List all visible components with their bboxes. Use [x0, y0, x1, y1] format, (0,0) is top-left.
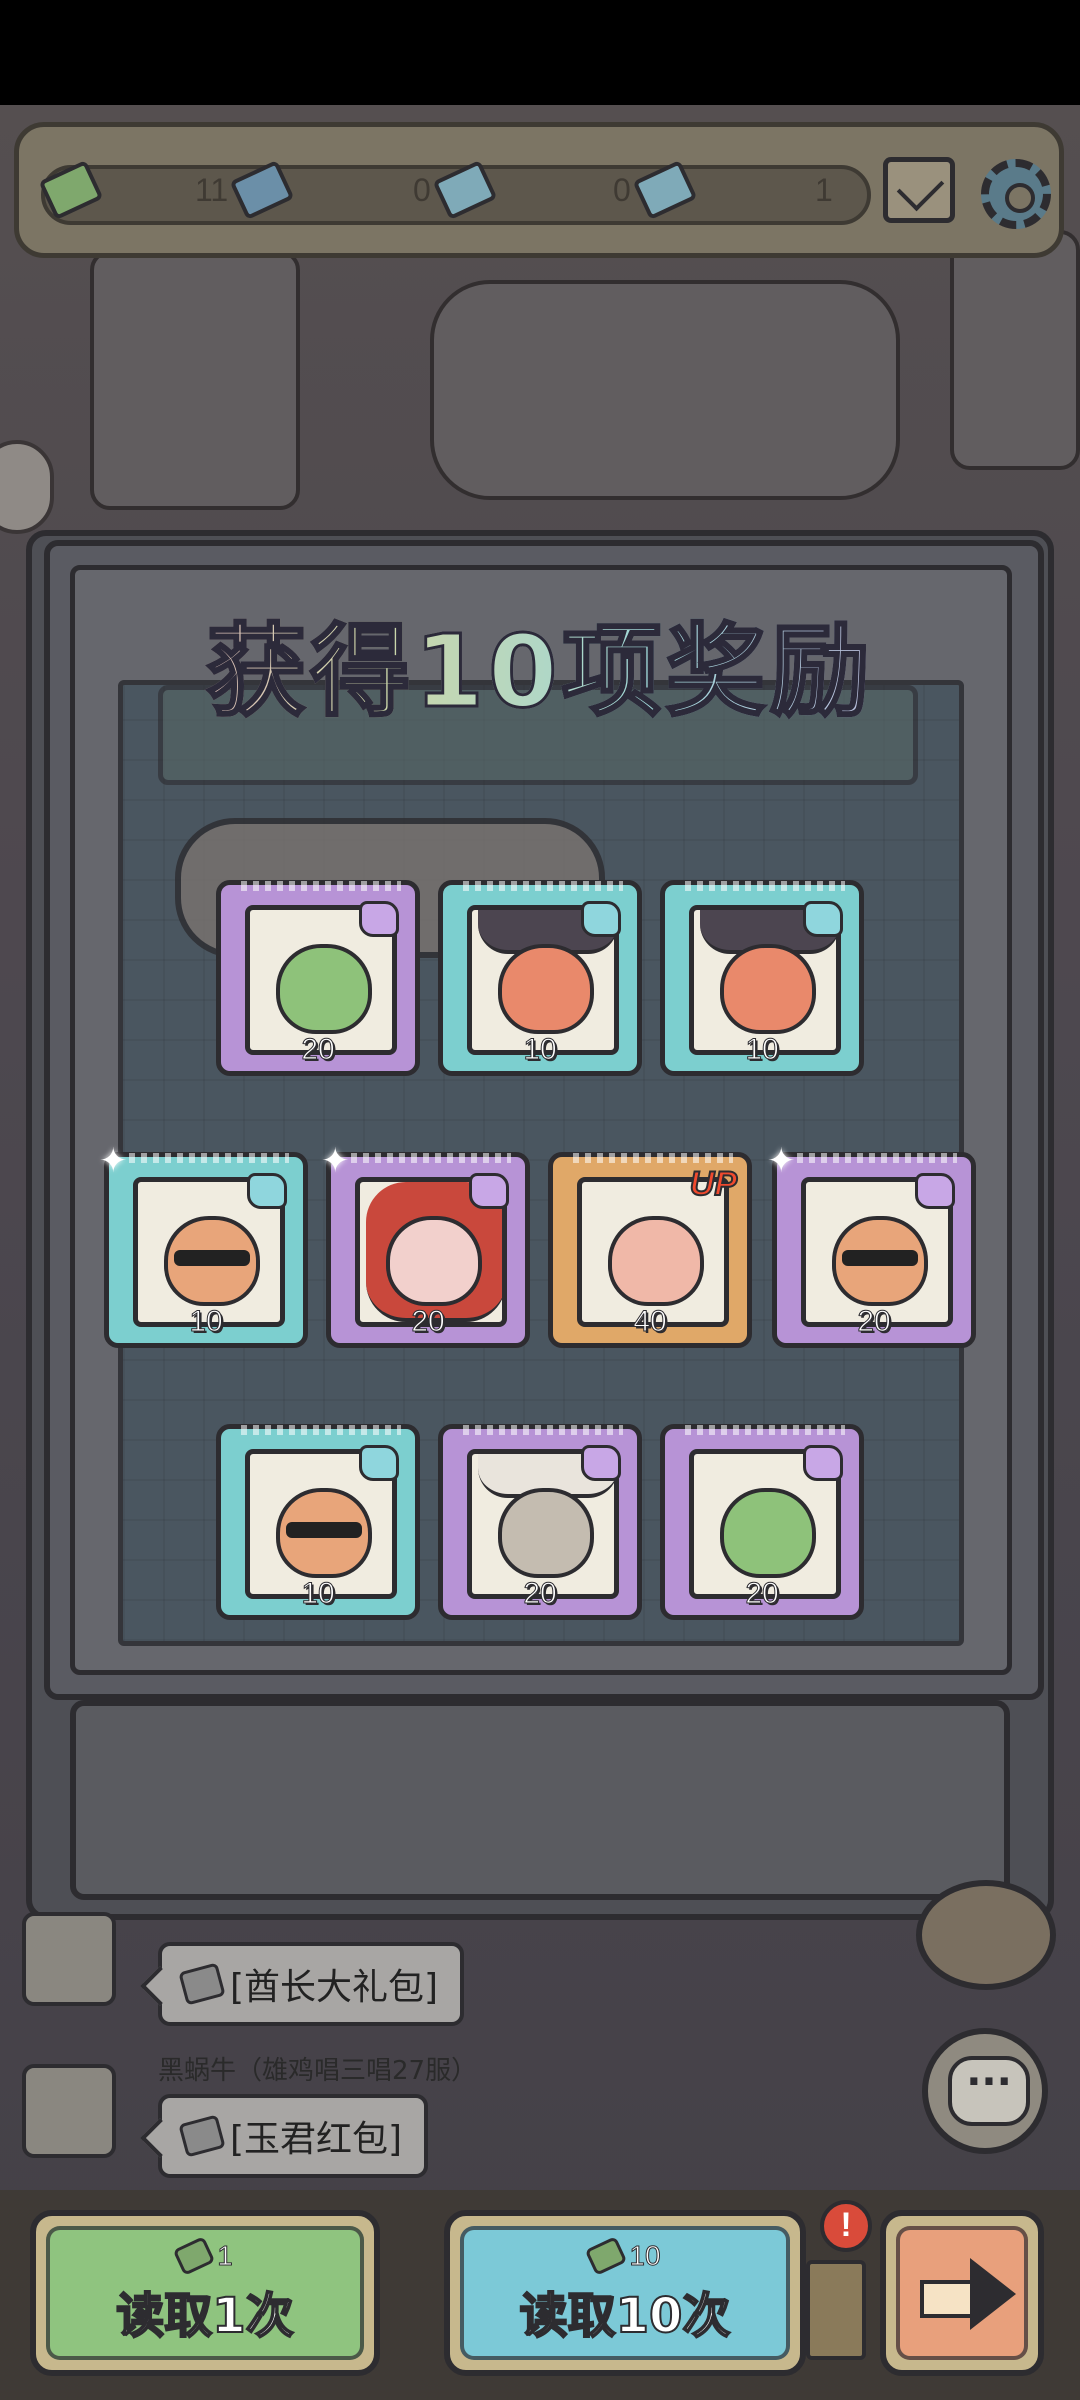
currency-count-2[interactable]: 0: [413, 155, 498, 225]
puzzle-piece-icon: [803, 1445, 843, 1481]
puzzle-piece-icon: [359, 1445, 399, 1481]
reward-card[interactable]: 20: [216, 880, 420, 1076]
currency-count-4[interactable]: 1: [815, 155, 841, 225]
chat-avatar[interactable]: [22, 1912, 116, 2006]
read-once-button[interactable]: 1 读取1次: [30, 2210, 380, 2376]
sunglasses: [286, 1522, 362, 1538]
chat-bubble-icon[interactable]: [922, 2028, 1048, 2154]
green-ticket-icon: [38, 159, 104, 221]
sunglasses: [842, 1250, 918, 1266]
currency-ticket-green[interactable]: [38, 155, 104, 225]
game-screen: 11 0 0 1 获得10项奖励 20 10 10 ✦ 10 ✦ 20 UP 4…: [0, 0, 1080, 2400]
sparkle-icon: ✦: [99, 1141, 128, 1181]
currency-bar: 11 0 0 1: [14, 122, 1064, 258]
monkey-character: [608, 1216, 704, 1306]
mantis-character: [276, 944, 372, 1034]
reward-card[interactable]: 10: [660, 880, 864, 1076]
ticket-icon: [172, 2236, 216, 2276]
reward-card[interactable]: 20: [438, 1424, 642, 1620]
sparkle-icon: ✦: [767, 1141, 796, 1181]
ticket-icon: [585, 2236, 628, 2276]
alert-icon[interactable]: !: [820, 2200, 872, 2252]
chat-message[interactable]: [玉君红包]: [158, 2094, 429, 2178]
frog-character: [720, 1488, 816, 1578]
sparkle-icon: ✦: [321, 1141, 350, 1181]
reward-title: 获得10项奖励: [0, 590, 1080, 735]
fox-character: [720, 944, 816, 1034]
round-machine-decoration: [916, 1880, 1056, 1990]
chat-avatar-snail[interactable]: [22, 2064, 116, 2158]
read-ten-cost: 10: [585, 2236, 661, 2276]
blue-ticket-icon: [229, 159, 295, 221]
currency-count-1[interactable]: 11: [195, 155, 295, 225]
read-once-cost: 1: [172, 2236, 233, 2276]
arrow-right-icon: [920, 2258, 1016, 2330]
basket-decoration: [806, 2260, 866, 2360]
puzzle-piece-icon: [581, 901, 621, 937]
chat-message[interactable]: [酋长大礼包]: [158, 1942, 465, 2026]
chef-character: [498, 1488, 594, 1578]
reward-card[interactable]: 10: [216, 1424, 420, 1620]
puzzle-piece-icon: [359, 901, 399, 937]
puzzle-piece-icon: [469, 1173, 509, 1209]
fox-character: [498, 944, 594, 1034]
reward-card[interactable]: 10: [438, 880, 642, 1076]
next-arrow-button[interactable]: [880, 2210, 1044, 2376]
girl-character: [386, 1216, 482, 1306]
chat-sender-name: 黑蜗牛（雄鸡唱三唱27服）: [158, 2056, 478, 2086]
puzzle-piece-icon: [247, 1173, 287, 1209]
reward-card-up[interactable]: UP 40: [548, 1152, 752, 1348]
ticket-icon: [632, 159, 698, 221]
reward-card[interactable]: ✦ 20: [321, 1141, 530, 1348]
puzzle-piece-icon: [915, 1173, 955, 1209]
reward-card[interactable]: 20: [660, 1424, 864, 1620]
sunglasses: [174, 1250, 250, 1266]
reward-card[interactable]: ✦ 20: [767, 1141, 976, 1348]
side-menu-button[interactable]: [0, 440, 54, 534]
reward-card[interactable]: ✦ 10: [99, 1141, 308, 1348]
red-packet-icon: [178, 1962, 226, 2006]
puzzle-piece-icon: [803, 901, 843, 937]
machine-frame-lower: [70, 1700, 1010, 1900]
currency-count-3[interactable]: 0: [613, 155, 698, 225]
up-badge: UP: [689, 1164, 738, 1204]
gear-icon[interactable]: [981, 159, 1051, 229]
puzzle-piece-icon: [581, 1445, 621, 1481]
red-packet-icon: [178, 2114, 226, 2158]
cyan-ticket-icon: [432, 159, 498, 221]
read-ten-button[interactable]: 10 读取10次: [444, 2210, 806, 2376]
mail-icon[interactable]: [883, 157, 955, 223]
